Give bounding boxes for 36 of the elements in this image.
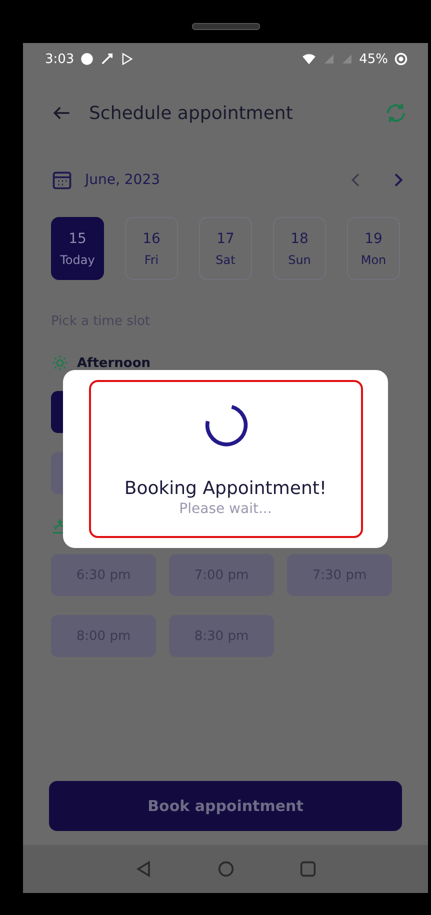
spinner-icon bbox=[202, 402, 248, 448]
date-number: 17 bbox=[216, 230, 234, 246]
weekday-label: Mon bbox=[360, 252, 386, 266]
date-number: 16 bbox=[142, 230, 160, 246]
date-number: 15 bbox=[68, 230, 86, 246]
date-number: 18 bbox=[290, 230, 308, 246]
weekday-label: Today bbox=[60, 252, 95, 266]
date-number: 19 bbox=[364, 230, 382, 246]
status-time: 3:03 bbox=[45, 52, 74, 66]
weekday-label: Fri bbox=[144, 252, 159, 266]
play-icon bbox=[120, 52, 134, 66]
notification-icon bbox=[100, 52, 114, 66]
home-nav-icon[interactable] bbox=[216, 859, 236, 879]
battery-icon bbox=[394, 52, 408, 66]
calendar-icon bbox=[51, 169, 73, 191]
dialog-title: Booking Appointment! bbox=[124, 478, 327, 499]
weekday-label: Sat bbox=[216, 252, 236, 266]
recents-nav-icon[interactable] bbox=[298, 859, 318, 879]
date-card[interactable]: 19 Mon bbox=[347, 217, 400, 280]
dialog-message: Please wait... bbox=[179, 501, 272, 517]
book-button[interactable]: Book appointment bbox=[49, 781, 402, 831]
date-card[interactable]: 18 Sun bbox=[273, 217, 326, 280]
section-title: Afternoon bbox=[77, 356, 151, 370]
date-card[interactable]: 16 Fri bbox=[125, 217, 178, 280]
date-card[interactable]: 15 Today bbox=[51, 217, 104, 280]
speaker-grille bbox=[192, 23, 260, 30]
sun-icon bbox=[51, 354, 69, 372]
no-signal-icon bbox=[323, 52, 336, 66]
page-title: Schedule appointment bbox=[89, 102, 293, 124]
weekday-label: Sun bbox=[288, 252, 311, 266]
wifi-icon bbox=[301, 52, 318, 66]
month-label: June, 2023 bbox=[85, 172, 160, 188]
notification-icon bbox=[80, 52, 94, 66]
no-signal-icon bbox=[341, 52, 354, 66]
date-card[interactable]: 17 Sat bbox=[199, 217, 252, 280]
battery-percent: 45% bbox=[359, 52, 388, 66]
